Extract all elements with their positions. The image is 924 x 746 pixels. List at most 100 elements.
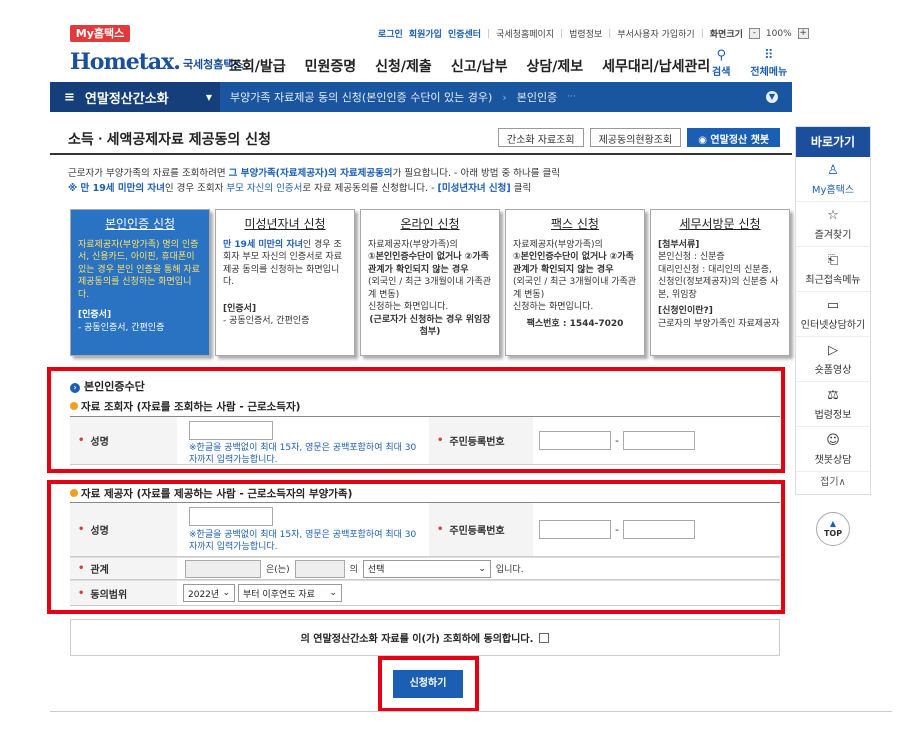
card-self-auth[interactable]: 본인인증 신청 자료제공자(부양가족) 명의 인증서, 신용카드, 아이핀, 휴…	[70, 209, 210, 356]
footer-divider	[50, 711, 892, 712]
menu-label: 연말정산간소화	[85, 88, 169, 107]
scope-label: 동의범위	[90, 586, 127, 601]
viewer-name-display	[185, 560, 261, 578]
provider-section-title: 자료 제공자 (자료를 제공하는 사람 - 근로소득자의 부양가족)	[70, 486, 352, 501]
gnb-item[interactable]: 상담/제보	[526, 56, 583, 76]
gnb-item[interactable]: 신청/제출	[375, 56, 432, 76]
provider-rrn-back-input[interactable]	[623, 520, 695, 539]
viewer-name-cell: ※한글을 공백없이 최대 15자, 영문은 공백포함하여 최대 30자까지 입력…	[177, 417, 429, 464]
desc-text: 가 필요합니다. - 아래 방법 중 하나를 클릭	[393, 168, 560, 179]
gnb-item[interactable]: 조회/발급	[229, 56, 286, 76]
card-online[interactable]: 온라인 신청 자료제공자(부양가족)의 ①본인인증수단이 없거나 ②가족관계가 …	[360, 209, 500, 356]
chevron-down-icon: ⌄	[329, 588, 337, 598]
quick-law[interactable]: ⚖법령정보	[796, 382, 870, 427]
card-highlight: ①본인인증수단이 없거나 ②가족관계가 확인되지 않는 경우	[368, 251, 492, 276]
relation-text: 입니다.	[496, 562, 524, 575]
provider-name-cell: ※한글을 공백없이 최대 15자, 영문은 공백포함하여 최대 30자까지 입력…	[177, 503, 429, 556]
hamburger-icon: ≡	[64, 90, 75, 105]
card-fax[interactable]: 팩스 신청 자료제공자(부양가족)의 ①본인인증수단이 없거나 ②가족관계가 확…	[505, 209, 645, 356]
provider-rrn-front-input[interactable]	[539, 520, 611, 539]
grid-icon: ⠿	[750, 48, 787, 63]
all-menu-button[interactable]: ⠿전체메뉴	[750, 48, 787, 78]
cert-center-link[interactable]: 인증센터	[448, 27, 481, 40]
viewer-rrn-back-input[interactable]	[623, 431, 695, 450]
quick-my-hometax[interactable]: ♙ My홈택스	[796, 157, 870, 202]
fold-button[interactable]: 접기∧	[796, 472, 870, 494]
gnb-item[interactable]: 세무대리/납세관리	[602, 56, 710, 76]
separator-icon: ···	[567, 92, 576, 102]
chevron-down-icon[interactable]: ▼	[766, 91, 778, 103]
card-body: 자료제공자(부양가족) 명의 인증서, 신용카드, 아이핀, 휴대폰이 있는 경…	[78, 239, 202, 302]
nts-home-link[interactable]: 국세청홈페이지	[496, 27, 554, 40]
menu-dropdown[interactable]: ≡ 연말정산간소화 ▼	[50, 82, 220, 112]
quick-label: 즐겨찾기	[815, 226, 852, 241]
desc-highlight: ※ 만 19세 미만의 자녀	[68, 183, 165, 194]
scroll-top-button[interactable]: ▲TOP	[816, 512, 850, 546]
card-minor-child[interactable]: 미성년자녀 신청 만 19세 미만의 자녀인 경우 조회자 부모 자신의 인증서…	[215, 209, 355, 356]
provider-table: •성명 ※한글을 공백없이 최대 15자, 영문은 공백포함하여 최대 30자까…	[70, 502, 780, 557]
chatbot-button[interactable]: ◉ 연말정산 챗봇	[687, 128, 780, 147]
relation-row: •관계 은(는) 의 선택⌄ 입니다.	[70, 557, 780, 580]
relation-select[interactable]: 선택⌄	[363, 560, 491, 578]
consent-box: 의 연말정산간소화 자료를 이(가) 조회하에 동의합니다.	[70, 619, 780, 656]
card-tag-body: - 공동인증서, 간편인증	[223, 315, 347, 328]
login-link[interactable]: 로그인	[378, 27, 403, 40]
law-info-link[interactable]: 법령정보	[569, 27, 602, 40]
name-note: ※한글을 공백없이 최대 15자, 영문은 공백포함하여 최대 30자까지 입력…	[189, 442, 423, 466]
quick-recent[interactable]: ⎗최근접속메뉴	[796, 247, 870, 292]
card-tag: [첨부서류]	[658, 239, 782, 252]
scope-row: •동의범위 2022년⌄ 부터 이후연도 자료⌄	[70, 580, 780, 606]
card-tag: [신청인이란?]	[658, 305, 782, 318]
my-hometax-badge[interactable]: My홈택스	[70, 25, 130, 42]
quick-label: 챗봇상담	[815, 451, 852, 466]
name-label: 성명	[90, 433, 108, 448]
card-tag: (근로자가 신청하는 경우 위임장 첨부)	[368, 314, 492, 339]
dept-user-signup-link[interactable]: 부서사용자 가입하기	[617, 27, 694, 40]
consent-status-button[interactable]: 제공동의현황조회	[590, 128, 682, 147]
search-label: 검색	[712, 67, 730, 78]
rrn-label: 주민등록번호	[449, 522, 504, 537]
auth-title: 본인인증수단	[84, 380, 145, 393]
card-title: 온라인 신청	[368, 218, 492, 231]
year-scope-select[interactable]: 부터 이후연도 자료⌄	[238, 584, 342, 602]
zoom-in-button[interactable]: +	[798, 28, 809, 39]
consent-checkbox[interactable]	[539, 633, 549, 643]
viewer-rrn-front-input[interactable]	[539, 431, 611, 450]
provider-name-display	[295, 560, 345, 578]
submit-button[interactable]: 신청하기	[393, 670, 463, 698]
quick-consult[interactable]: ▭인터넷상담하기	[796, 292, 870, 337]
quick-favorites[interactable]: ☆즐겨찾기	[796, 202, 870, 247]
quick-label: My홈택스	[812, 181, 854, 196]
provider-name-header: •성명	[70, 503, 177, 556]
chatbot-icon: ◉	[698, 135, 710, 146]
page-title: 소득ㆍ세액공제자료 제공동의 신청	[68, 129, 271, 149]
desc-text: 인 경우 조회자	[165, 183, 227, 194]
card-title: 팩스 신청	[513, 218, 637, 231]
person-icon: ♙	[827, 163, 839, 178]
signup-link[interactable]: 회원가입	[409, 27, 442, 40]
zoom-out-button[interactable]: -	[749, 28, 760, 39]
quick-menu: 바로가기 ♙My홈택스 ☆즐겨찾기 ⎗최근접속메뉴 ▭인터넷상담하기 ▷숏폼영상…	[795, 126, 871, 495]
hometax-logo[interactable]: Hometax. 국세청홈택스	[70, 49, 244, 75]
card-tax-office[interactable]: 세무서방문 신청 [첨부서류] 본인신청 : 신분증 대리인신청 : 대리인의 …	[650, 209, 790, 356]
card-body: 본인신청 : 신분증	[658, 251, 782, 264]
viewer-name-input[interactable]	[189, 421, 273, 440]
caret-icon: ▼	[206, 93, 212, 102]
breadcrumb-2[interactable]: 본인인증	[507, 89, 567, 105]
quick-chatbot[interactable]: ☺챗봇상담	[796, 427, 870, 472]
simple-data-lookup-button[interactable]: 간소화 자료조회	[498, 128, 584, 147]
viewer-title: 자료 조회자 (자료를 조회하는 사람 - 근로소득자)	[81, 401, 300, 413]
auth-section-title: ›본인인증수단	[70, 378, 145, 394]
card-note: (외국인 / 최근 3개월이내 가족관계 변동)	[368, 276, 492, 301]
viewer-section-title: 자료 조회자 (자료를 조회하는 사람 - 근로소득자)	[70, 399, 300, 414]
quick-label: 숏폼영상	[815, 361, 852, 376]
provider-name-input[interactable]	[189, 507, 273, 526]
quick-shortform[interactable]: ▷숏폼영상	[796, 337, 870, 382]
gnb-item[interactable]: 민원증명	[305, 56, 357, 76]
year-select[interactable]: 2022년⌄	[183, 584, 235, 602]
gnb-item[interactable]: 신고/납부	[451, 56, 508, 76]
bullet-icon	[70, 489, 78, 497]
name-label: 성명	[90, 522, 108, 537]
search-button[interactable]: ⚲검색	[712, 48, 730, 78]
breadcrumb-1[interactable]: 부양가족 자료제공 동의 신청(본인인증 수단이 있는 경우)	[220, 89, 502, 105]
